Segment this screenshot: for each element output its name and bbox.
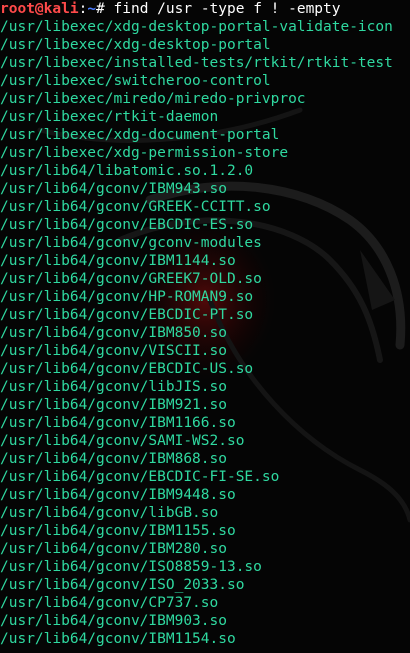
prompt-user-host: root@kali: [0, 1, 79, 17]
output-line: /usr/libexec/xdg-desktop-portal-validate…: [0, 19, 393, 35]
output-line: /usr/lib64/gconv/IBM280.so: [0, 541, 227, 557]
prompt-path: ~: [87, 1, 97, 17]
output-line: /usr/lib64/gconv/libGB.so: [0, 505, 219, 521]
output-line: /usr/libexec/xdg-document-portal: [0, 127, 280, 143]
output-line: /usr/lib64/gconv/EBCDIC-ES.so: [0, 217, 254, 233]
output-line: /usr/lib64/gconv/IBM903.so: [0, 613, 227, 629]
output-line: /usr/lib64/gconv/IBM1166.so: [0, 415, 236, 431]
output-line: /usr/lib64/gconv/libJIS.so: [0, 379, 227, 395]
output-line: /usr/libexec/xdg-desktop-portal: [0, 37, 271, 53]
output-line: /usr/lib64/gconv/gconv-modules: [0, 235, 262, 251]
output-line: /usr/libexec/rtkit-daemon: [0, 109, 219, 125]
output-line: /usr/libexec/installed-tests/rtkit/rtkit…: [0, 55, 393, 71]
output-line: /usr/lib64/gconv/IBM868.so: [0, 451, 227, 467]
output-line: /usr/lib64/gconv/GREEK-CCITT.so: [0, 199, 271, 215]
output-line: /usr/lib64/gconv/CP737.so: [0, 595, 219, 611]
output-line: /usr/lib64/gconv/IBM1144.so: [0, 253, 236, 269]
terminal-window[interactable]: root@kali:~# find /usr -type f ! -empty …: [0, 0, 410, 653]
output-line: /usr/lib64/gconv/IBM850.so: [0, 325, 227, 341]
prompt-symbol: #: [96, 1, 114, 17]
output-line: /usr/lib64/gconv/SAMI-WS2.so: [0, 433, 245, 449]
output-line: /usr/lib64/gconv/EBCDIC-PT.so: [0, 307, 254, 323]
command-text[interactable]: find /usr -type f ! -empty: [114, 1, 341, 17]
terminal-output[interactable]: root@kali:~# find /usr -type f ! -empty …: [0, 0, 410, 648]
output-line: /usr/lib64/gconv/VISCII.so: [0, 343, 227, 359]
output-line: /usr/lib64/gconv/IBM9448.so: [0, 487, 236, 503]
output-line: /usr/lib64/gconv/IBM943.so: [0, 181, 227, 197]
output-line: /usr/lib64/gconv/EBCDIC-US.so: [0, 361, 254, 377]
output-line: /usr/lib64/gconv/HP-ROMAN9.so: [0, 289, 254, 305]
output-line: /usr/lib64/libatomic.so.1.2.0: [0, 163, 254, 179]
command-prompt-line: root@kali:~# find /usr -type f ! -empty: [0, 0, 410, 18]
output-line: /usr/lib64/gconv/IBM1155.so: [0, 523, 236, 539]
output-line: /usr/lib64/gconv/ISO_2033.so: [0, 577, 245, 593]
output-line: /usr/lib64/gconv/IBM1154.so: [0, 631, 236, 647]
output-line: /usr/lib64/gconv/IBM921.so: [0, 397, 227, 413]
output-line: /usr/lib64/gconv/GREEK7-OLD.so: [0, 271, 262, 287]
output-line: /usr/libexec/switcheroo-control: [0, 73, 271, 89]
output-line: /usr/lib64/gconv/ISO8859-13.so: [0, 559, 262, 575]
output-line: /usr/libexec/xdg-permission-store: [0, 145, 289, 161]
output-line: /usr/lib64/gconv/EBCDIC-FI-SE.so: [0, 469, 280, 485]
output-line: /usr/libexec/miredo/miredo-privproc: [0, 91, 306, 107]
prompt-separator: :: [78, 1, 88, 17]
